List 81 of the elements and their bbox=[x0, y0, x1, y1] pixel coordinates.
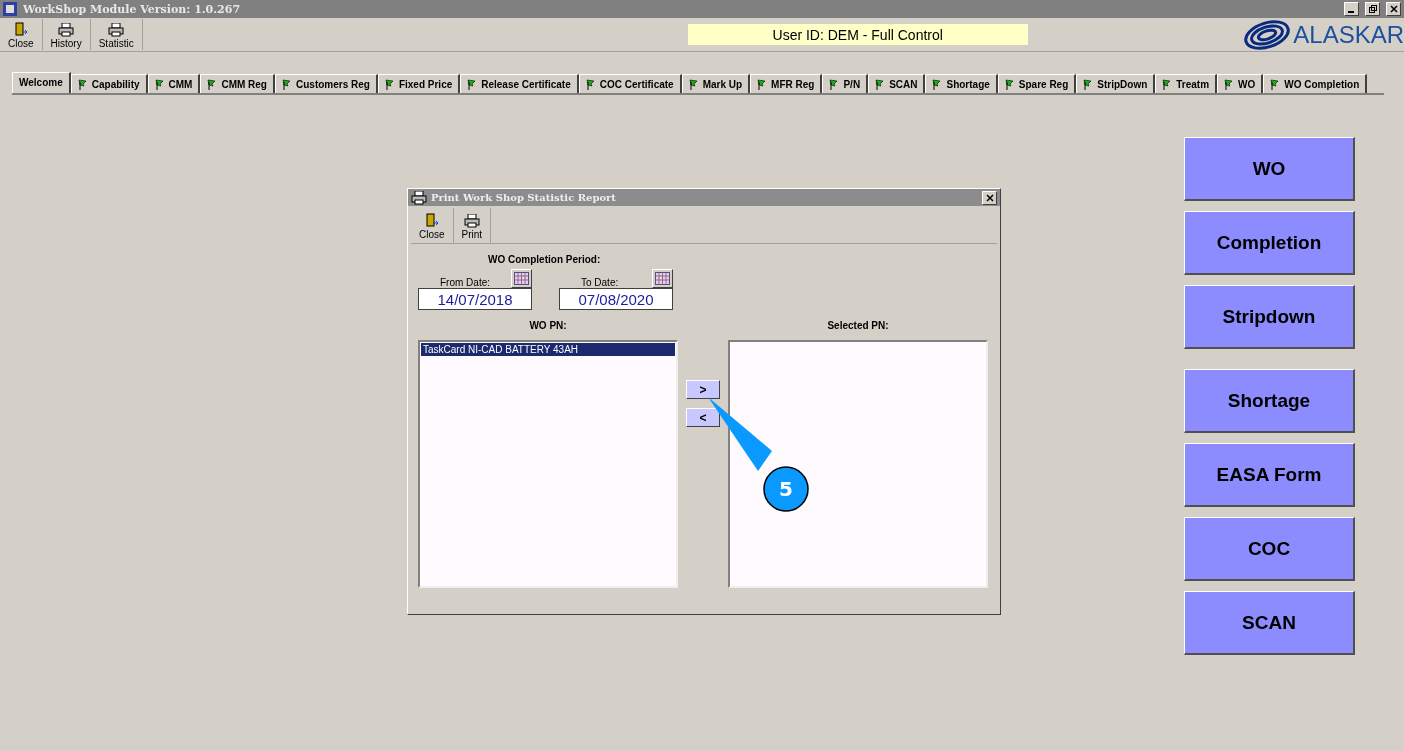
flag-icon bbox=[467, 79, 477, 90]
calendar-button[interactable] bbox=[652, 269, 673, 288]
tab[interactable]: SCAN bbox=[868, 74, 926, 93]
date-field[interactable]: 07/08/2020 bbox=[559, 288, 673, 310]
tab[interactable]: WO Completion bbox=[1263, 74, 1368, 93]
side-button[interactable]: SCAN bbox=[1184, 591, 1355, 655]
window-title: WorkShop Module Version: 1.0.267 bbox=[23, 2, 242, 16]
printer-icon bbox=[463, 213, 480, 228]
date-field[interactable]: 14/07/2018 bbox=[418, 288, 532, 310]
toolbar-button[interactable]: Close bbox=[0, 19, 43, 50]
printer-icon bbox=[108, 22, 125, 37]
side-button[interactable]: Completion bbox=[1184, 211, 1355, 275]
tab[interactable]: Customers Reg bbox=[275, 74, 378, 93]
toolbar-button[interactable]: Print bbox=[453, 208, 492, 243]
flag-icon bbox=[154, 79, 164, 90]
flag-icon bbox=[77, 79, 87, 90]
user-banner: User ID: DEM - Full Control bbox=[687, 24, 1028, 45]
toolbar-button[interactable]: Statistic bbox=[90, 19, 143, 50]
tab[interactable]: MFR Reg bbox=[750, 74, 823, 93]
close-button[interactable] bbox=[982, 190, 997, 205]
move-button[interactable]: > bbox=[686, 380, 720, 399]
toolbar-button[interactable]: Close bbox=[411, 208, 454, 243]
list-item[interactable]: TaskCard NI-CAD BATTERY 43AH bbox=[421, 343, 675, 356]
calendar-icon bbox=[514, 272, 529, 285]
date-label: To Date: bbox=[581, 277, 619, 288]
side-button[interactable]: WO bbox=[1184, 137, 1355, 201]
calendar-button[interactable] bbox=[511, 269, 532, 288]
tab[interactable]: Welcome bbox=[12, 72, 71, 93]
tab[interactable]: Capability bbox=[70, 74, 148, 93]
restore-icon bbox=[1368, 5, 1377, 13]
flag-icon bbox=[282, 79, 291, 90]
wo-pn-list[interactable]: TaskCard NI-CAD BATTERY 43AH bbox=[418, 340, 678, 588]
tab[interactable]: P/N bbox=[822, 74, 869, 93]
flag-icon bbox=[829, 79, 839, 90]
period-label: WO Completion Period: bbox=[488, 254, 602, 265]
flag-icon bbox=[384, 79, 394, 90]
flag-icon bbox=[1162, 79, 1172, 90]
tab[interactable]: Release Certificate bbox=[460, 74, 579, 93]
tab[interactable]: Fixed Price bbox=[377, 74, 461, 93]
flag-icon bbox=[1083, 79, 1093, 90]
close-icon bbox=[1389, 5, 1398, 13]
minimize-button[interactable] bbox=[1344, 2, 1359, 16]
tab[interactable]: Spare Reg bbox=[997, 74, 1077, 93]
app-icon bbox=[3, 2, 17, 16]
flag-icon bbox=[688, 79, 698, 90]
move-button[interactable]: < bbox=[686, 408, 720, 427]
toolbar-button[interactable]: History bbox=[42, 19, 91, 50]
tab[interactable]: WO bbox=[1217, 74, 1264, 93]
tab[interactable]: COC Certificate bbox=[578, 74, 682, 93]
flag-icon bbox=[207, 79, 217, 90]
flag-icon bbox=[932, 79, 942, 90]
date-label: From Date: bbox=[440, 277, 490, 288]
tab[interactable]: Shortage bbox=[925, 74, 998, 93]
tab[interactable]: CMM bbox=[147, 74, 201, 93]
side-button[interactable]: Shortage bbox=[1184, 369, 1355, 433]
logo-rings-icon bbox=[1241, 19, 1292, 50]
flag-icon bbox=[1270, 79, 1280, 90]
tab[interactable]: CMM Reg bbox=[200, 74, 275, 93]
door-exit-icon bbox=[13, 22, 28, 37]
list-label: Selected PN: bbox=[827, 320, 889, 331]
door-exit-icon bbox=[424, 213, 439, 228]
flag-icon bbox=[875, 79, 885, 90]
tab[interactable]: Mark Up bbox=[681, 74, 751, 93]
close-button[interactable] bbox=[1386, 2, 1401, 16]
flag-icon bbox=[1224, 79, 1234, 90]
list-label: WO PN: bbox=[529, 320, 567, 331]
side-button[interactable]: EASA Form bbox=[1184, 443, 1355, 507]
logo-text: ALASKAR bbox=[1293, 20, 1404, 49]
selected-pn-list[interactable] bbox=[728, 340, 988, 588]
flag-icon bbox=[1004, 79, 1014, 90]
calendar-icon bbox=[655, 272, 670, 285]
restore-button[interactable] bbox=[1365, 2, 1380, 16]
dialog-title: Print Work Shop Statistic Report bbox=[431, 192, 617, 203]
flag-icon bbox=[757, 79, 767, 90]
close-icon bbox=[985, 193, 994, 202]
tab[interactable]: Treatm bbox=[1155, 74, 1218, 93]
side-button[interactable]: Stripdown bbox=[1184, 285, 1355, 349]
side-button[interactable]: COC bbox=[1184, 517, 1355, 581]
tab[interactable]: StripDown bbox=[1076, 74, 1156, 93]
flag-icon bbox=[585, 79, 595, 90]
printer-icon bbox=[58, 22, 75, 37]
